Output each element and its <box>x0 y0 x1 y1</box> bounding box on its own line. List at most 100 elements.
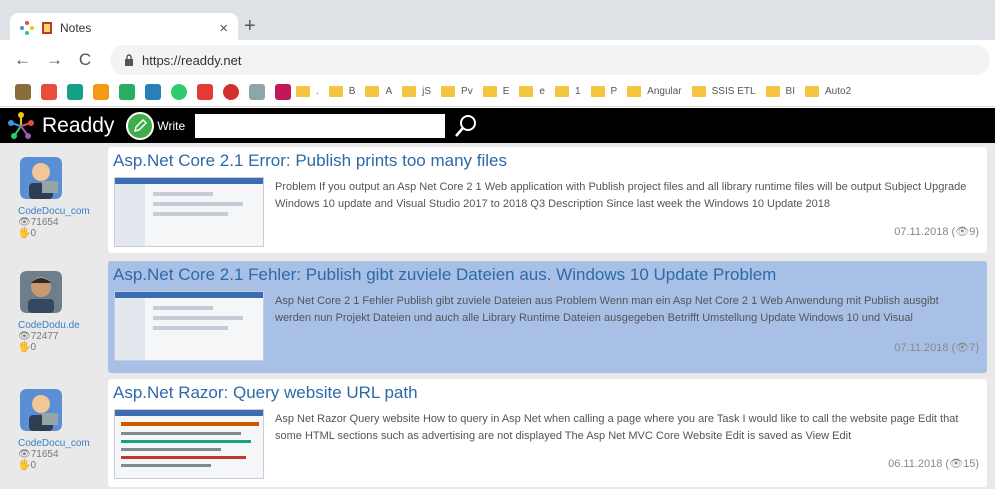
eye-icon: 👁 <box>18 217 31 228</box>
bookmark-b[interactable]: B <box>328 86 355 97</box>
photos-icon[interactable] <box>145 83 161 100</box>
mail-icon[interactable] <box>249 83 265 100</box>
author-views: 👁72477 <box>18 331 59 342</box>
bookmark-bi[interactable]: BI <box>765 86 795 97</box>
google-icon[interactable] <box>41 83 57 100</box>
avatar[interactable] <box>20 389 62 431</box>
bookmark-js[interactable]: jS <box>402 86 431 97</box>
bookmark-1[interactable]: 1 <box>554 86 581 97</box>
avatar[interactable] <box>20 157 62 199</box>
eye-icon: 👁 <box>955 226 970 238</box>
bookmark-a[interactable]: A <box>365 86 392 97</box>
post-card[interactable]: Asp.Net Core 2.1 Error: Publish prints t… <box>108 147 987 253</box>
post-list: CodeDocu_com 👁71654 🖐0 Asp.Net Core 2.1 … <box>0 143 995 489</box>
eye-icon: 👁 <box>949 458 964 470</box>
lock-icon <box>125 54 133 66</box>
whatsapp-icon[interactable] <box>171 83 187 100</box>
folder-icon <box>328 86 343 97</box>
post-excerpt: Asp Net Razor Query website How to query… <box>275 413 959 442</box>
folder-icon <box>805 86 819 97</box>
pencil-icon <box>126 111 155 140</box>
author-panel: CodeDocu_com 👁71654 🖐0 <box>18 389 106 471</box>
bookmark-angular[interactable]: Angular <box>627 86 682 97</box>
people-icon[interactable] <box>119 83 135 100</box>
site-header: Readdy Write <box>0 108 995 143</box>
bookmark-e-lower[interactable]: e <box>519 86 545 97</box>
readdy-star-icon <box>20 21 34 35</box>
author-panel: CodeDodu.de 👁72477 🖐0 <box>18 271 106 353</box>
post-row: CodeDodu.de 👁72477 🖐0 Asp.Net Core 2.1 F… <box>0 261 995 375</box>
author-views: 👁71654 <box>18 217 59 228</box>
tab-notes[interactable]: Notes × <box>10 13 238 43</box>
readdy-icon[interactable] <box>93 83 109 100</box>
tab-strip: Notes × + <box>0 0 995 43</box>
eye-icon: 👁 <box>955 342 970 354</box>
search-q-icon[interactable] <box>67 83 83 100</box>
site-name[interactable]: Readdy <box>42 114 114 138</box>
post-thumbnail[interactable] <box>114 409 264 479</box>
bookmark-p[interactable]: P <box>590 86 617 97</box>
author-likes: 🖐0 <box>18 460 37 471</box>
post-row: CodeDocu_com 👁71654 🖐0 Asp.Net Razor: Qu… <box>0 379 995 489</box>
write-label: Write <box>157 118 186 133</box>
bookmark-auto2[interactable]: Auto2 <box>805 86 851 97</box>
youtube-icon[interactable] <box>197 83 213 100</box>
eye-icon: 👁 <box>18 449 31 460</box>
search-icon[interactable] <box>453 113 479 139</box>
folder-icon <box>482 86 497 97</box>
folder-icon <box>691 86 706 97</box>
post-title[interactable]: Asp.Net Razor: Query website URL path <box>113 383 418 403</box>
folder-icon <box>590 86 605 97</box>
post-thumbnail[interactable] <box>114 291 264 361</box>
back-button[interactable]: ← <box>14 50 31 70</box>
post-card[interactable]: Asp.Net Core 2.1 Fehler: Publish gibt zu… <box>108 261 987 373</box>
bookmarks-bar: . B A jS Pv E e 1 P Angular SSIS ETL BI … <box>0 77 995 107</box>
folder-icon <box>296 86 310 97</box>
post-title[interactable]: Asp.Net Core 2.1 Fehler: Publish gibt zu… <box>113 265 776 285</box>
tab-title: Notes <box>60 21 92 35</box>
address-bar: ← → C https://readdy.net <box>0 43 995 77</box>
post-excerpt: Asp Net Core 2 1 Fehler Publish gibt zuv… <box>275 295 939 324</box>
write-button[interactable]: Write <box>126 111 186 140</box>
folder-icon <box>365 86 380 97</box>
author-likes: 🖐0 <box>18 342 37 353</box>
apps-icon[interactable] <box>15 83 31 100</box>
bookmark-folder[interactable]: . <box>296 86 319 97</box>
readdy-logo-icon[interactable] <box>6 111 36 141</box>
tab-close-icon[interactable]: × <box>219 20 228 37</box>
url-text: https://readdy.net <box>142 52 242 68</box>
author-name[interactable]: CodeDocu_com <box>18 438 106 449</box>
folder-icon <box>519 86 534 97</box>
notes-favicon-icon <box>42 22 52 34</box>
author-likes: 🖐0 <box>18 228 37 239</box>
author-name[interactable]: CodeDocu_com <box>18 206 106 217</box>
folder-icon <box>402 86 417 97</box>
folder-icon <box>554 86 569 97</box>
new-tab-button[interactable]: + <box>244 15 256 38</box>
record-icon[interactable] <box>223 83 239 100</box>
post-row: CodeDocu_com 👁71654 🖐0 Asp.Net Core 2.1 … <box>0 147 995 257</box>
folder-icon <box>765 86 780 97</box>
forward-button[interactable]: → <box>46 50 63 70</box>
instagram-icon[interactable] <box>275 83 291 100</box>
folder-icon <box>441 86 456 97</box>
post-date: 07.11.2018 (👁9) <box>894 226 979 238</box>
folder-icon <box>627 86 642 97</box>
url-input[interactable]: https://readdy.net <box>110 45 990 75</box>
post-date: 06.11.2018 (👁15) <box>888 458 979 470</box>
bookmark-e-upper[interactable]: E <box>482 86 509 97</box>
bookmark-pv[interactable]: Pv <box>441 86 473 97</box>
like-icon: 🖐 <box>18 228 31 239</box>
author-views: 👁71654 <box>18 449 59 460</box>
author-name[interactable]: CodeDodu.de <box>18 320 106 331</box>
post-thumbnail[interactable] <box>114 177 264 247</box>
post-card[interactable]: Asp.Net Razor: Query website URL path As… <box>108 379 987 487</box>
bookmark-ssis-etl[interactable]: SSIS ETL <box>691 86 756 97</box>
search-input[interactable] <box>195 113 446 138</box>
post-excerpt: Problem If you output an Asp Net Core 2 … <box>275 181 967 210</box>
avatar[interactable] <box>20 271 62 313</box>
reload-button[interactable]: C <box>78 50 92 70</box>
post-title[interactable]: Asp.Net Core 2.1 Error: Publish prints t… <box>113 151 507 171</box>
like-icon: 🖐 <box>18 342 31 353</box>
author-panel: CodeDocu_com 👁71654 🖐0 <box>18 157 106 239</box>
